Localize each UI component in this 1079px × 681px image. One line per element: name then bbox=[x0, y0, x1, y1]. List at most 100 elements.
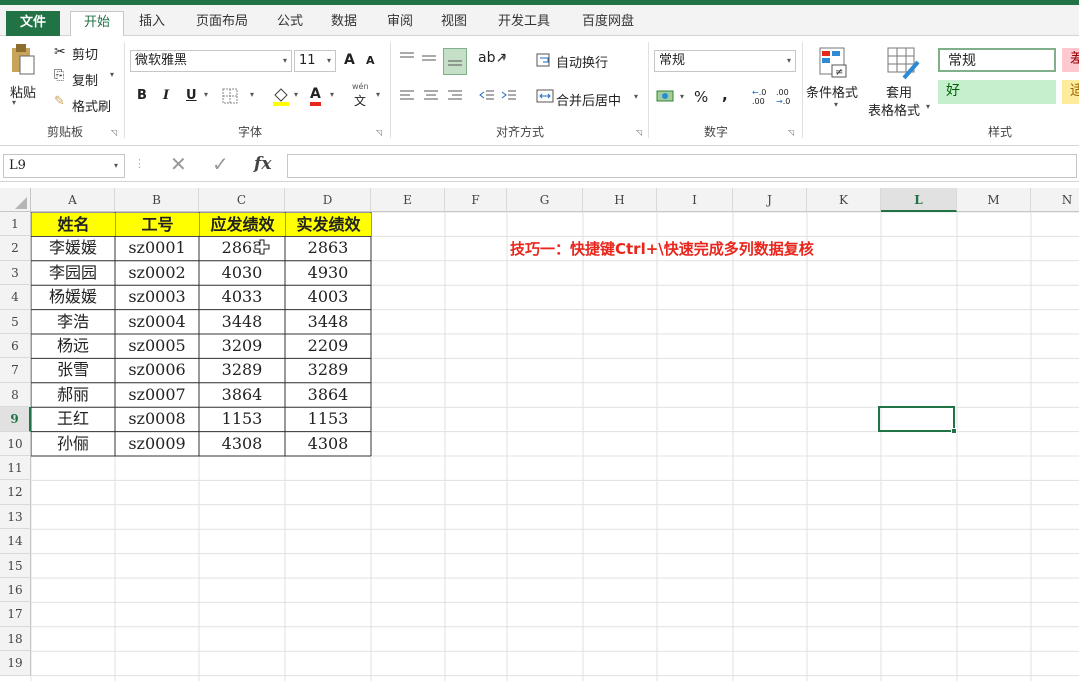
phonetic-dropdown-icon[interactable]: ▾ bbox=[376, 90, 380, 99]
font-name-select[interactable]: 微软雅黑 ▾ bbox=[130, 50, 292, 72]
merge-center-button[interactable]: 合并后居中 bbox=[556, 90, 621, 109]
accounting-format-icon[interactable] bbox=[656, 88, 676, 107]
table-cell[interactable]: 4308 bbox=[285, 432, 371, 456]
enter-icon[interactable]: ✓ bbox=[212, 152, 229, 176]
grow-font-button[interactable]: A bbox=[344, 52, 355, 68]
number-launcher-icon[interactable]: ◹ bbox=[788, 128, 794, 137]
column-header-L[interactable]: L bbox=[881, 188, 957, 212]
tab-page-layout[interactable]: 页面布局 bbox=[186, 11, 258, 36]
row-header-10[interactable]: 10 bbox=[0, 431, 31, 456]
tab-formulas[interactable]: 公式 bbox=[268, 11, 312, 36]
row-header-3[interactable]: 3 bbox=[0, 260, 31, 286]
table-cell[interactable]: 王红 bbox=[31, 407, 115, 431]
align-middle-icon[interactable] bbox=[420, 50, 438, 69]
align-left-icon[interactable] bbox=[398, 88, 416, 107]
copy-dropdown-icon[interactable]: ▾ bbox=[110, 70, 114, 79]
tab-developer[interactable]: 开发工具 bbox=[488, 11, 560, 36]
column-header-K[interactable]: K bbox=[807, 188, 881, 212]
increase-decimal-button[interactable]: ←.0.00 bbox=[752, 88, 766, 106]
table-cell[interactable]: sz0005 bbox=[115, 334, 199, 358]
row-header-4[interactable]: 4 bbox=[0, 285, 31, 310]
align-bottom-icon[interactable] bbox=[443, 48, 467, 75]
column-header-G[interactable]: G bbox=[507, 188, 583, 212]
column-header-I[interactable]: I bbox=[657, 188, 733, 212]
row-header-14[interactable]: 14 bbox=[0, 529, 31, 554]
column-header-A[interactable]: A bbox=[31, 188, 115, 212]
row-header-15[interactable]: 15 bbox=[0, 553, 31, 578]
increase-indent-icon[interactable] bbox=[500, 88, 518, 107]
row-header-6[interactable]: 6 bbox=[0, 334, 31, 359]
table-cell[interactable]: sz0008 bbox=[115, 407, 199, 431]
wrap-text-button[interactable]: 自动换行 bbox=[556, 52, 608, 71]
comma-style-button[interactable]: , bbox=[722, 86, 728, 104]
table-cell[interactable]: 4030 bbox=[199, 261, 285, 285]
fill-handle[interactable] bbox=[951, 428, 957, 434]
number-format-select[interactable]: 常规 ▾ bbox=[654, 50, 796, 72]
font-launcher-icon[interactable]: ◹ bbox=[376, 128, 382, 137]
selected-cell-L9[interactable] bbox=[878, 406, 955, 432]
row-header-13[interactable]: 13 bbox=[0, 504, 31, 530]
row-header-19[interactable]: 19 bbox=[0, 651, 31, 676]
table-cell[interactable]: 2863 bbox=[199, 236, 285, 260]
table-cell[interactable]: 李园园 bbox=[31, 261, 115, 285]
table-cell[interactable]: sz0004 bbox=[115, 310, 199, 334]
column-header-C[interactable]: C bbox=[199, 188, 285, 212]
tab-home[interactable]: 开始 bbox=[70, 11, 124, 37]
phonetic-guide-button[interactable]: 文 bbox=[354, 92, 366, 109]
row-header-5[interactable]: 5 bbox=[0, 309, 31, 334]
row-header-17[interactable]: 17 bbox=[0, 602, 31, 627]
style-neutral[interactable]: 适 bbox=[1062, 80, 1079, 104]
row-header-18[interactable]: 18 bbox=[0, 626, 31, 652]
table-cell[interactable]: 3289 bbox=[199, 358, 285, 382]
column-header-B[interactable]: B bbox=[115, 188, 199, 212]
table-cell[interactable]: 3864 bbox=[285, 383, 371, 407]
table-cell[interactable]: 4308 bbox=[199, 432, 285, 456]
paste-dropdown-icon[interactable]: ▾ bbox=[12, 98, 16, 107]
column-header-D[interactable]: D bbox=[285, 188, 371, 212]
select-all-corner[interactable] bbox=[0, 188, 31, 212]
tab-insert[interactable]: 插入 bbox=[130, 11, 174, 36]
table-header-cell[interactable]: 工号 bbox=[116, 213, 199, 237]
clipboard-launcher-icon[interactable]: ◹ bbox=[111, 128, 117, 137]
font-color-button[interactable]: A bbox=[310, 86, 321, 106]
orientation-dropdown-icon[interactable]: ▾ bbox=[502, 54, 506, 63]
table-header-cell[interactable]: 应发绩效 bbox=[200, 213, 285, 237]
row-header-16[interactable]: 16 bbox=[0, 578, 31, 603]
table-cell[interactable]: 3864 bbox=[199, 383, 285, 407]
tab-file[interactable]: 文件 bbox=[6, 11, 60, 36]
border-dropdown-icon[interactable]: ▾ bbox=[250, 90, 254, 99]
format-painter-button[interactable]: 格式刷 bbox=[72, 96, 111, 115]
alignment-launcher-icon[interactable]: ◹ bbox=[636, 128, 642, 137]
table-cell[interactable]: 杨媛媛 bbox=[31, 285, 115, 309]
border-icon[interactable] bbox=[222, 88, 238, 107]
table-cell[interactable]: 3448 bbox=[285, 310, 371, 334]
row-header-12[interactable]: 12 bbox=[0, 480, 31, 505]
table-cell[interactable]: 张雪 bbox=[31, 358, 115, 382]
conditional-dropdown-icon[interactable]: ▾ bbox=[834, 100, 838, 109]
formula-input[interactable] bbox=[287, 154, 1077, 178]
paste-icon[interactable] bbox=[10, 42, 36, 85]
table-cell[interactable]: 李浩 bbox=[31, 310, 115, 334]
table-cell[interactable]: 李媛媛 bbox=[31, 236, 115, 260]
style-good[interactable]: 好 bbox=[938, 80, 1056, 104]
row-header-1[interactable]: 1 bbox=[0, 212, 31, 237]
table-cell[interactable]: 孙俪 bbox=[31, 432, 115, 456]
table-cell[interactable]: sz0002 bbox=[115, 261, 199, 285]
underline-button[interactable]: U bbox=[186, 88, 197, 103]
table-cell[interactable]: 2209 bbox=[285, 334, 371, 358]
column-header-E[interactable]: E bbox=[371, 188, 445, 212]
format-as-table-button-line2[interactable]: 表格格式 bbox=[868, 100, 920, 119]
table-cell[interactable]: sz0001 bbox=[115, 236, 199, 260]
table-cell[interactable]: sz0007 bbox=[115, 383, 199, 407]
table-cell[interactable]: 3448 bbox=[199, 310, 285, 334]
name-box[interactable]: L9 ▾ bbox=[3, 154, 125, 178]
row-header-8[interactable]: 8 bbox=[0, 382, 31, 408]
bold-button[interactable]: B bbox=[137, 88, 147, 103]
merge-dropdown-icon[interactable]: ▾ bbox=[634, 92, 638, 101]
table-cell[interactable]: 1153 bbox=[285, 407, 371, 431]
tab-view[interactable]: 视图 bbox=[432, 11, 476, 36]
insert-function-icon[interactable]: fx bbox=[254, 154, 271, 174]
column-header-H[interactable]: H bbox=[583, 188, 657, 212]
cancel-icon[interactable]: ✕ bbox=[170, 152, 187, 176]
style-bad[interactable]: 差 bbox=[1062, 48, 1079, 72]
